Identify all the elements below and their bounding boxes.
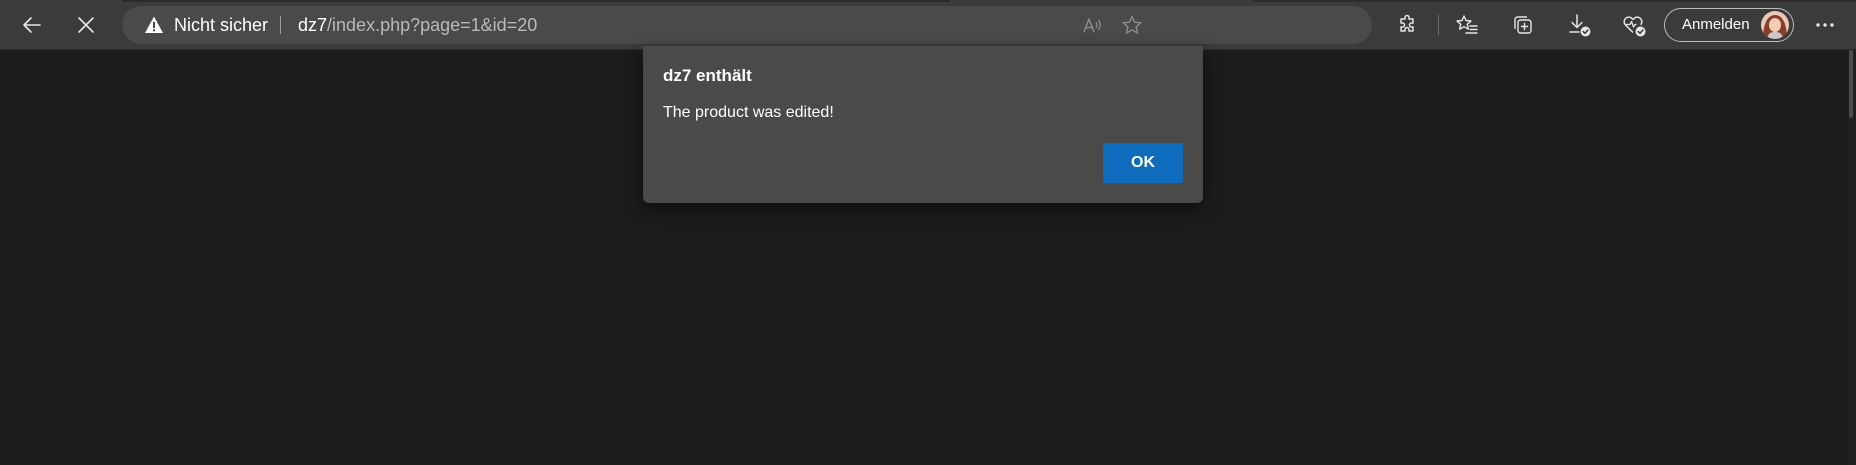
browser-toolbar: Nicht sicher dz7/index.php?page=1&id=20 — [0, 0, 1856, 50]
ok-button[interactable]: OK — [1103, 143, 1183, 183]
back-button[interactable] — [12, 6, 52, 44]
favorites-list-icon — [1456, 15, 1478, 34]
alert-dialog: dz7 enthält The product was edited! OK — [643, 46, 1203, 203]
collections-button[interactable] — [1510, 12, 1536, 38]
warning-icon[interactable] — [144, 15, 164, 35]
puzzle-icon — [1400, 14, 1414, 32]
more-icon — [1816, 23, 1834, 27]
scrollbar-thumb[interactable] — [1849, 50, 1853, 118]
url-text[interactable]: dz7/index.php?page=1&id=20 — [298, 6, 537, 44]
tab-strip-edge — [122, 0, 950, 2]
back-arrow-icon — [23, 17, 41, 33]
add-favorite-button[interactable] — [1120, 13, 1144, 37]
collections-icon — [1514, 16, 1532, 34]
sign-in-button[interactable]: Anmelden — [1664, 8, 1794, 42]
dialog-message: The product was edited! — [663, 104, 834, 121]
url-host: dz7 — [298, 15, 328, 35]
sign-in-label: Anmelden — [1682, 16, 1750, 33]
address-bar[interactable]: Nicht sicher dz7/index.php?page=1&id=20 — [122, 6, 1372, 44]
close-icon — [78, 17, 94, 33]
security-status-label[interactable]: Nicht sicher — [174, 6, 268, 44]
extensions-button[interactable] — [1395, 12, 1421, 38]
download-icon — [1569, 14, 1591, 37]
browser-essentials-button[interactable] — [1621, 12, 1647, 38]
settings-and-more-button[interactable] — [1810, 12, 1840, 38]
stop-loading-button[interactable] — [66, 6, 106, 44]
toolbar-separator — [1438, 15, 1439, 35]
address-separator — [280, 16, 281, 34]
heart-pulse-icon — [1623, 16, 1646, 37]
tab-strip-edge — [1253, 0, 1856, 2]
read-aloud-icon — [1083, 18, 1101, 33]
read-aloud-button[interactable] — [1080, 13, 1104, 37]
downloads-button[interactable] — [1566, 12, 1592, 38]
dialog-title: dz7 enthält — [663, 66, 752, 85]
favorites-button[interactable] — [1454, 12, 1480, 38]
avatar — [1761, 11, 1789, 39]
star-icon — [1122, 15, 1142, 34]
url-path: /index.php?page=1&id=20 — [327, 15, 538, 35]
